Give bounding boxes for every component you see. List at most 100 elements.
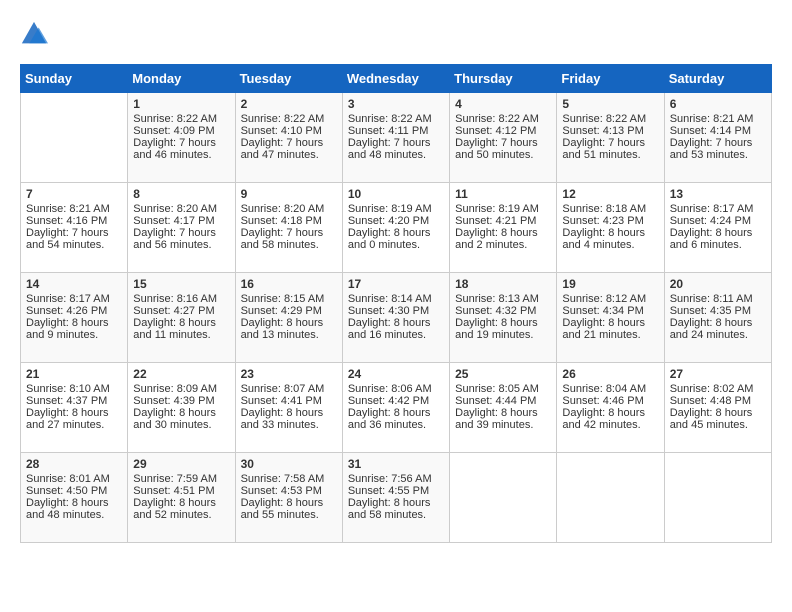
sunrise-text: Sunrise: 8:17 AM (26, 293, 122, 305)
calendar-cell: 5Sunrise: 8:22 AMSunset: 4:13 PMDaylight… (557, 93, 664, 183)
calendar-cell: 12 Sunrise: 8:18 AMSunset: 4:23 PMDayligh… (557, 183, 664, 273)
sunrise-text: Sunrise: 8:06 AM (348, 383, 444, 395)
day-number: 3 (348, 97, 444, 111)
calendar-cell (664, 453, 771, 543)
day-number: 20 (670, 277, 766, 291)
day-number: 24 (348, 367, 444, 381)
weekday-header: Saturday (664, 65, 771, 93)
calendar-cell (450, 453, 557, 543)
sunset-text: Sunset: 4:23 PM (562, 215, 658, 227)
sunset-text: Sunset: 4:44 PM (455, 395, 551, 407)
sunset-text: Sunset: 4:16 PM (26, 215, 122, 227)
calendar-week-row: 28Sunrise: 8:01 AMSunset: 4:50 PMDayligh… (21, 453, 772, 543)
day-number: 15 (133, 277, 229, 291)
sunrise-text: Sunrise: 8:13 AM (455, 293, 551, 305)
sunrise-text: Sunrise: 8:18 AM (562, 203, 658, 215)
calendar-cell: 24 Sunrise: 8:06 AMSunset: 4:42 PMDayligh… (342, 363, 449, 453)
sunrise-text: Sunrise: 8:10 AM (26, 383, 122, 395)
logo-icon (20, 20, 48, 48)
day-number: 30 (241, 457, 337, 471)
sunset-text: Sunset: 4:39 PM (133, 395, 229, 407)
calendar-week-row: 1Sunrise: 8:22 AMSunset: 4:09 PMDaylight… (21, 93, 772, 183)
day-number: 18 (455, 277, 551, 291)
calendar-cell: 13Sunrise: 8:17 AMSunset: 4:24 PMDayligh… (664, 183, 771, 273)
calendar-cell: 27Sunrise: 8:02 AMSunset: 4:48 PMDayligh… (664, 363, 771, 453)
daylight-text: Daylight: 8 hours and 27 minutes. (26, 407, 122, 431)
calendar-cell: 8Sunrise: 8:20 AMSunset: 4:17 PMDaylight… (128, 183, 235, 273)
weekday-header-row: SundayMondayTuesdayWednesdayThursdayFrid… (21, 65, 772, 93)
daylight-text: Daylight: 8 hours and 39 minutes. (455, 407, 551, 431)
sunrise-text: Sunrise: 8:22 AM (241, 113, 337, 125)
daylight-text: Daylight: 8 hours and 21 minutes. (562, 317, 658, 341)
day-number: 28 (26, 457, 122, 471)
calendar-cell: 18Sunrise: 8:13 AMSunset: 4:32 PMDayligh… (450, 273, 557, 363)
daylight-text: Daylight: 8 hours and 58 minutes. (348, 497, 444, 521)
sunset-text: Sunset: 4:26 PM (26, 305, 122, 317)
day-number: 13 (670, 187, 766, 201)
sunset-text: Sunset: 4:27 PM (133, 305, 229, 317)
sunset-text: Sunset: 4:50 PM (26, 485, 122, 497)
sunrise-text: Sunrise: 8:19 AM (348, 203, 444, 215)
calendar-cell: 10Sunrise: 8:19 AMSunset: 4:20 PMDayligh… (342, 183, 449, 273)
sunrise-text: Sunrise: 8:15 AM (241, 293, 337, 305)
sunset-text: Sunset: 4:17 PM (133, 215, 229, 227)
sunrise-text: Sunrise: 8:17 AM (670, 203, 766, 215)
sunrise-text: Sunrise: 8:20 AM (241, 203, 337, 215)
daylight-text: Daylight: 7 hours and 48 minutes. (348, 137, 444, 161)
sunset-text: Sunset: 4:48 PM (670, 395, 766, 407)
day-number: 25 (455, 367, 551, 381)
sunrise-text: Sunrise: 8:21 AM (670, 113, 766, 125)
logo (20, 20, 52, 48)
day-number: 31 (348, 457, 444, 471)
sunrise-text: Sunrise: 8:07 AM (241, 383, 337, 395)
weekday-header: Sunday (21, 65, 128, 93)
sunrise-text: Sunrise: 8:22 AM (348, 113, 444, 125)
calendar-cell: 25Sunrise: 8:05 AMSunset: 4:44 PMDayligh… (450, 363, 557, 453)
sunset-text: Sunset: 4:12 PM (455, 125, 551, 137)
calendar-cell: 14Sunrise: 8:17 AMSunset: 4:26 PMDayligh… (21, 273, 128, 363)
daylight-text: Daylight: 8 hours and 11 minutes. (133, 317, 229, 341)
daylight-text: Daylight: 8 hours and 6 minutes. (670, 227, 766, 251)
daylight-text: Daylight: 8 hours and 4 minutes. (562, 227, 658, 251)
day-number: 26 (562, 367, 658, 381)
weekday-header: Tuesday (235, 65, 342, 93)
sunrise-text: Sunrise: 8:14 AM (348, 293, 444, 305)
day-number: 21 (26, 367, 122, 381)
sunset-text: Sunset: 4:35 PM (670, 305, 766, 317)
day-number: 12 (562, 187, 658, 201)
day-number: 7 (26, 187, 122, 201)
daylight-text: Daylight: 8 hours and 16 minutes. (348, 317, 444, 341)
sunrise-text: Sunrise: 8:02 AM (670, 383, 766, 395)
daylight-text: Daylight: 8 hours and 36 minutes. (348, 407, 444, 431)
daylight-text: Daylight: 7 hours and 58 minutes. (241, 227, 337, 251)
sunrise-text: Sunrise: 8:19 AM (455, 203, 551, 215)
day-number: 11 (455, 187, 551, 201)
daylight-text: Daylight: 8 hours and 33 minutes. (241, 407, 337, 431)
day-number: 4 (455, 97, 551, 111)
sunrise-text: Sunrise: 8:16 AM (133, 293, 229, 305)
sunset-text: Sunset: 4:21 PM (455, 215, 551, 227)
calendar-cell: 15 Sunrise: 8:16 AMSunset: 4:27 PMDayligh… (128, 273, 235, 363)
daylight-text: Daylight: 7 hours and 46 minutes. (133, 137, 229, 161)
calendar-cell (21, 93, 128, 183)
calendar-cell: 6Sunrise: 8:21 AMSunset: 4:14 PMDaylight… (664, 93, 771, 183)
sunset-text: Sunset: 4:42 PM (348, 395, 444, 407)
weekday-header: Friday (557, 65, 664, 93)
calendar-cell: 16Sunrise: 8:15 AMSunset: 4:29 PMDayligh… (235, 273, 342, 363)
day-number: 22 (133, 367, 229, 381)
sunset-text: Sunset: 4:41 PM (241, 395, 337, 407)
sunset-text: Sunset: 4:30 PM (348, 305, 444, 317)
daylight-text: Daylight: 8 hours and 42 minutes. (562, 407, 658, 431)
day-number: 10 (348, 187, 444, 201)
daylight-text: Daylight: 8 hours and 0 minutes. (348, 227, 444, 251)
sunset-text: Sunset: 4:37 PM (26, 395, 122, 407)
day-number: 19 (562, 277, 658, 291)
calendar-cell: 28Sunrise: 8:01 AMSunset: 4:50 PMDayligh… (21, 453, 128, 543)
day-number: 27 (670, 367, 766, 381)
day-number: 1 (133, 97, 229, 111)
calendar-cell: 21 Sunrise: 8:10 AMSunset: 4:37 PMDayligh… (21, 363, 128, 453)
weekday-header: Wednesday (342, 65, 449, 93)
sunrise-text: Sunrise: 7:59 AM (133, 473, 229, 485)
sunset-text: Sunset: 4:32 PM (455, 305, 551, 317)
page-header (20, 20, 772, 48)
